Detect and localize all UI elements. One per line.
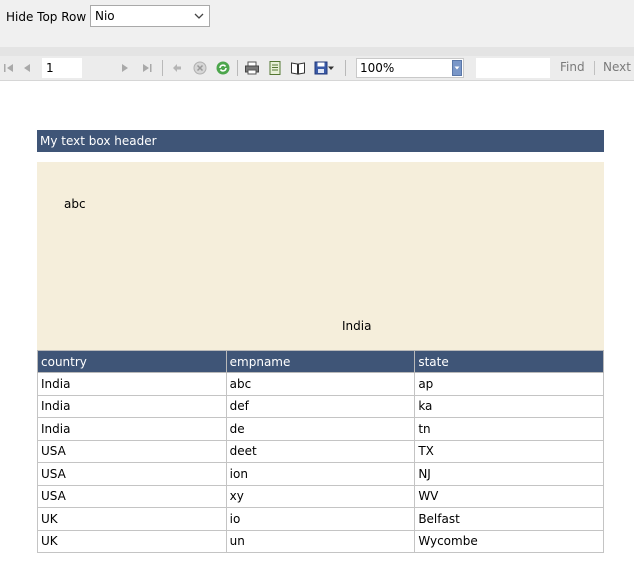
cell-country: USA (37, 484, 227, 508)
table-row: USA ion NJ (37, 462, 604, 486)
cell-empname: def (225, 394, 416, 418)
cell-empname: xy (225, 484, 416, 508)
table-row: India abc ap (37, 372, 604, 396)
cell-country: India (37, 372, 227, 396)
textbox-line-1: abc (64, 197, 86, 211)
cell-country: USA (37, 462, 227, 486)
cell-state: Belfast (414, 507, 604, 531)
first-page-icon[interactable] (0, 59, 18, 77)
page-number-input[interactable]: 1 (42, 58, 82, 78)
refresh-icon[interactable] (214, 59, 232, 77)
cell-state: NJ (414, 462, 604, 486)
cell-empname: abc (225, 372, 416, 396)
previous-page-icon[interactable] (18, 59, 36, 77)
cell-country: India (37, 394, 227, 418)
table-row: India def ka (37, 394, 604, 418)
cell-empname: io (225, 507, 416, 531)
back-to-parent-icon[interactable] (168, 59, 186, 77)
report-textbox: abc India (37, 162, 604, 350)
next-link[interactable]: Next (603, 60, 631, 74)
chevron-down-icon (192, 9, 206, 23)
cell-state: ap (414, 372, 604, 396)
table-row: India de tn (37, 417, 604, 441)
column-header-state: state (414, 350, 604, 373)
print-icon[interactable] (243, 59, 261, 77)
zoom-value: 100% (360, 61, 395, 75)
next-page-icon[interactable] (116, 59, 134, 77)
cell-country: USA (37, 439, 227, 463)
textbox-line-2: India (342, 319, 372, 333)
cell-empname: deet (225, 439, 416, 463)
toolbar-divider (162, 60, 163, 76)
table-row: UK io Belfast (37, 507, 604, 531)
column-header-empname: empname (225, 350, 416, 373)
toolbar-divider (237, 60, 238, 76)
find-next-divider (594, 61, 595, 75)
toolbar-divider (345, 60, 346, 76)
print-layout-icon[interactable] (266, 59, 284, 77)
cell-country: UK (37, 507, 227, 531)
page-setup-icon[interactable] (289, 59, 307, 77)
page-number-value: 1 (46, 61, 54, 75)
table-row: USA deet TX (37, 439, 604, 463)
cell-country: India (37, 417, 227, 441)
report-header: My text box header (37, 130, 604, 152)
hide-top-row-value: Nio (95, 9, 115, 23)
column-header-country: country (37, 350, 227, 373)
cell-state: TX (414, 439, 604, 463)
table-row: USA xy WV (37, 484, 604, 508)
hide-top-row-select[interactable]: Nio (90, 5, 210, 27)
data-table: country empname state India abc ap India… (37, 350, 604, 553)
page-total (82, 58, 112, 78)
last-page-icon[interactable] (138, 59, 156, 77)
cell-state: ka (414, 394, 604, 418)
hide-top-row-label: Hide Top Row (6, 10, 87, 24)
table-row: UK un Wycombe (37, 529, 604, 553)
cell-empname: ion (225, 462, 416, 486)
cell-empname: un (225, 529, 416, 553)
zoom-select[interactable]: 100% (356, 58, 464, 78)
export-dropdown-icon[interactable] (326, 59, 336, 77)
parameter-bar: Hide Top Row Nio (0, 0, 634, 47)
find-link[interactable]: Find (560, 60, 585, 74)
zoom-dropdown-icon[interactable] (452, 60, 462, 76)
table-header-row: country empname state (37, 350, 604, 373)
cell-country: UK (37, 529, 227, 553)
cell-state: WV (414, 484, 604, 508)
cell-empname: de (225, 417, 416, 441)
stop-icon[interactable] (191, 59, 209, 77)
toolbar-separator-band (0, 47, 634, 56)
find-text-input[interactable] (476, 58, 550, 78)
cell-state: Wycombe (414, 529, 604, 553)
cell-state: tn (414, 417, 604, 441)
